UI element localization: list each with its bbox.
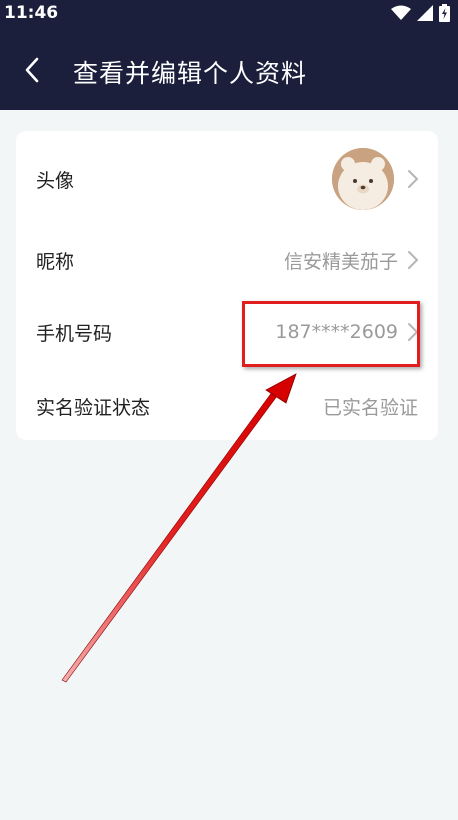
app-header: 11:46 查看并编辑个人资料 [0, 0, 458, 110]
nickname-value: 信安精美茄子 [283, 250, 398, 273]
avatar-label: 头像 [36, 169, 75, 192]
chevron-left-icon [25, 57, 39, 83]
nickname-row[interactable]: 昵称 信安精美茄子 [16, 227, 438, 293]
profile-card: 头像 昵称 信安精美茄子 手机号码 187****2609 实名验证状态 已实名… [16, 131, 438, 440]
page-title: 查看并编辑个人资料 [73, 59, 308, 88]
chevron-right-icon [408, 170, 419, 188]
verification-value: 已实名验证 [322, 396, 418, 419]
status-bar: 11:46 [0, 0, 458, 28]
bear-avatar-icon [332, 148, 394, 210]
status-icons [391, 4, 450, 22]
battery-charging-icon [439, 4, 450, 22]
verification-row: 实名验证状态 已实名验证 [16, 373, 438, 439]
title-bar: 查看并编辑个人资料 [0, 44, 458, 96]
nickname-label: 昵称 [36, 250, 75, 273]
status-time: 11:46 [4, 3, 59, 23]
chevron-right-icon [408, 251, 419, 269]
verification-label: 实名验证状态 [36, 396, 151, 419]
back-button[interactable] [14, 52, 50, 88]
highlight-box [242, 301, 420, 367]
avatar-row[interactable]: 头像 [16, 141, 438, 217]
avatar[interactable] [332, 148, 394, 210]
signal-icon [417, 5, 433, 21]
wifi-icon [391, 5, 411, 20]
phone-label: 手机号码 [36, 322, 113, 345]
